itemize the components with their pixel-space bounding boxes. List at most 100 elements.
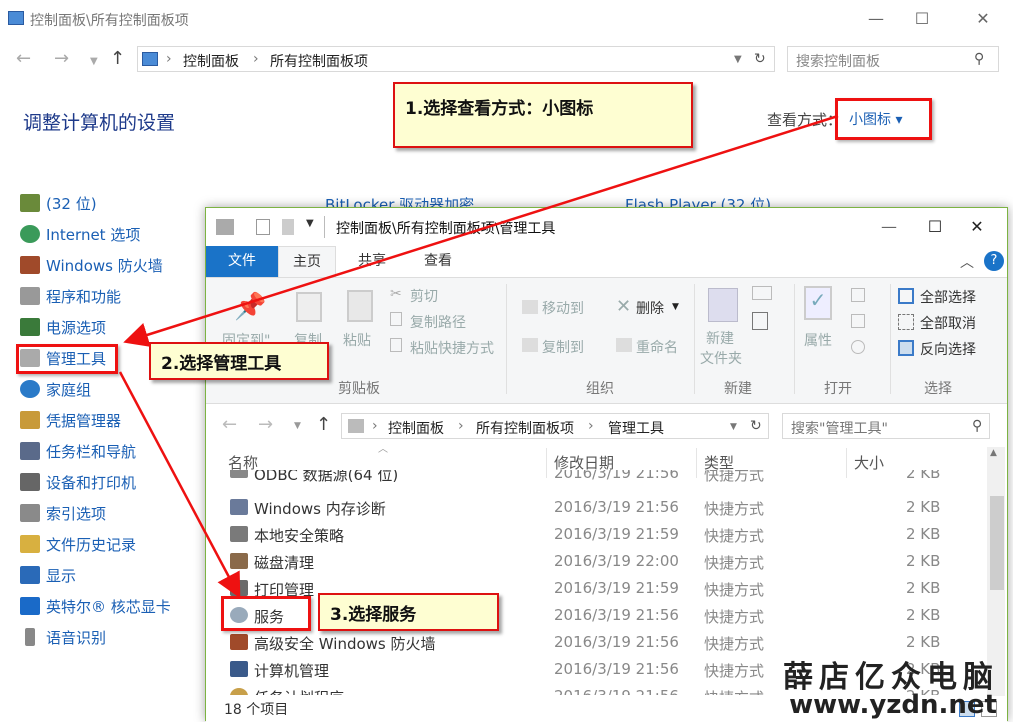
- refresh-icon[interactable]: ↻: [754, 51, 766, 67]
- new-folder-button[interactable]: 新建: [706, 328, 734, 348]
- help-icon[interactable]: ?: [984, 251, 1004, 271]
- cp-item-file-history[interactable]: 文件历史记录: [20, 532, 136, 556]
- cut-button[interactable]: 剪切: [410, 286, 438, 306]
- rename-button[interactable]: 重命名: [636, 337, 678, 357]
- paste-shortcut-button[interactable]: 粘贴快捷方式: [410, 338, 494, 358]
- highlight-view-by: [835, 98, 932, 140]
- dropdown-icon[interactable]: ▼: [294, 421, 301, 431]
- cp-item-indexing[interactable]: 索引选项: [20, 501, 106, 525]
- collapse-ribbon-icon[interactable]: ︿: [960, 252, 974, 272]
- explorer-address-bar[interactable]: › 控制面板 › 所有控制面板项 › 管理工具 ▼ ↻: [341, 413, 769, 439]
- explorer-close-button[interactable]: ✕: [954, 208, 1000, 246]
- tab-file[interactable]: 文件: [206, 246, 278, 277]
- search-icon[interactable]: ⚲: [972, 418, 982, 434]
- row-size: 2 KB: [906, 470, 941, 482]
- cp-item-taskbar[interactable]: 任务栏和导航: [20, 439, 136, 463]
- explorer-maximize-button[interactable]: ☐: [912, 208, 958, 246]
- properties-icon[interactable]: [256, 219, 270, 235]
- move-to-icon[interactable]: [522, 300, 538, 314]
- cp-item-power[interactable]: 电源选项: [20, 315, 106, 339]
- copy-path-button[interactable]: 复制路径: [410, 312, 466, 332]
- cut-icon[interactable]: ✂: [390, 286, 402, 302]
- microphone-icon: [25, 628, 35, 646]
- paste-icon[interactable]: [347, 290, 373, 322]
- cp-item-devices[interactable]: 设备和打印机: [20, 470, 136, 494]
- invert-selection-button[interactable]: 反向选择: [920, 339, 976, 359]
- select-all-button[interactable]: 全部选择: [920, 287, 976, 307]
- breadcrumb-item[interactable]: 所有控制面板项: [476, 418, 574, 438]
- cp-item-homegroup[interactable]: 家庭组: [20, 377, 91, 401]
- row-date: 2016/3/19 21:56: [554, 633, 679, 651]
- cp-item-internet-options[interactable]: Internet 选项: [20, 222, 140, 246]
- rename-icon[interactable]: [616, 338, 632, 352]
- table-row[interactable]: 磁盘清理 2016/3/19 22:00 快捷方式 2 KB: [226, 548, 966, 575]
- breadcrumb-item[interactable]: 所有控制面板项: [270, 51, 368, 71]
- scroll-up-icon[interactable]: ▲: [990, 448, 997, 458]
- copy-icon[interactable]: [296, 292, 322, 322]
- table-row[interactable]: 本地安全策略 2016/3/19 21:59 快捷方式 2 KB: [226, 521, 966, 548]
- chevron-down-icon[interactable]: ▼: [734, 54, 742, 65]
- search-icon[interactable]: ⚲: [974, 51, 984, 67]
- search-input[interactable]: 搜索控制面板: [787, 46, 999, 72]
- forward-icon[interactable]: →: [54, 48, 69, 69]
- forward-icon[interactable]: →: [258, 414, 273, 435]
- new-item-icon[interactable]: [752, 286, 772, 300]
- up-icon[interactable]: ↑: [316, 414, 331, 435]
- move-to-button[interactable]: 移动到: [542, 298, 584, 318]
- table-row[interactable]: Windows 内存诊断 2016/3/19 21:56 快捷方式 2 KB: [226, 494, 966, 521]
- back-icon[interactable]: ←: [222, 414, 237, 435]
- customize-icon[interactable]: ▼: [306, 218, 314, 229]
- tab-home[interactable]: 主页: [278, 246, 336, 277]
- edit-icon[interactable]: [851, 314, 865, 328]
- up-icon[interactable]: ↑: [110, 48, 125, 69]
- easy-access-icon[interactable]: [752, 312, 768, 330]
- back-icon[interactable]: ←: [16, 48, 31, 69]
- new-folder-icon[interactable]: [708, 288, 738, 322]
- copy-to-button[interactable]: 复制到: [542, 337, 584, 357]
- cp-item-programs[interactable]: 程序和功能: [20, 284, 121, 308]
- explorer-minimize-button[interactable]: —: [866, 208, 912, 246]
- tab-view[interactable]: 查看: [410, 246, 466, 277]
- address-bar[interactable]: › 控制面板 › 所有控制面板项 ▼ ↻: [137, 46, 775, 72]
- cp-item-intel-graphics[interactable]: 英特尔® 核芯显卡: [20, 594, 171, 618]
- select-none-icon[interactable]: [898, 314, 914, 330]
- tab-share[interactable]: 共享: [344, 246, 400, 277]
- table-row[interactable]: ODBC 数据源(64 位) 2016/3/19 21:56 快捷方式 2 KB: [226, 470, 966, 486]
- copy-path-icon[interactable]: [390, 312, 402, 326]
- dropdown-arrow-icon[interactable]: ▼: [672, 302, 679, 312]
- explorer-search-input[interactable]: 搜索"管理工具": [782, 413, 990, 439]
- paste-shortcut-icon[interactable]: [390, 338, 402, 352]
- explorer-window: ▼ 控制面板\所有控制面板项\管理工具 — ☐ ✕ 文件 主页 共享 查看 ︿ …: [205, 207, 1008, 722]
- properties-icon[interactable]: ✓: [804, 286, 832, 320]
- dropdown-icon[interactable]: ▼: [90, 56, 98, 67]
- row-type: 快捷方式: [704, 635, 765, 653]
- pin-icon[interactable]: 📌: [234, 292, 266, 322]
- breadcrumb-item[interactable]: 管理工具: [608, 418, 664, 438]
- history-icon[interactable]: [851, 340, 865, 354]
- invert-selection-icon[interactable]: [898, 340, 914, 356]
- row-date: 2016/3/19 21:56: [554, 660, 679, 678]
- new-folder-button-line2[interactable]: 文件夹: [700, 348, 742, 368]
- breadcrumb-item[interactable]: 控制面板: [183, 51, 239, 71]
- delete-icon[interactable]: ✕: [616, 296, 631, 317]
- delete-button[interactable]: 删除: [636, 298, 664, 318]
- new-folder-icon[interactable]: [282, 219, 294, 235]
- cp-item-speech[interactable]: 语音识别: [20, 625, 106, 649]
- cp-item-credentials[interactable]: 凭据管理器: [20, 408, 121, 432]
- paste-button[interactable]: 粘贴: [343, 330, 371, 350]
- scrollbar-thumb[interactable]: [990, 496, 1004, 590]
- open-icon[interactable]: [851, 288, 865, 302]
- cp-item-32bit[interactable]: (32 位): [20, 191, 97, 215]
- chevron-down-icon[interactable]: ▼: [730, 422, 737, 432]
- close-button[interactable]: ✕: [960, 0, 1006, 38]
- minimize-button[interactable]: —: [853, 0, 899, 38]
- breadcrumb-item[interactable]: 控制面板: [388, 418, 444, 438]
- cp-item-display[interactable]: 显示: [20, 563, 76, 587]
- select-all-icon[interactable]: [898, 288, 914, 304]
- cp-item-firewall[interactable]: Windows 防火墙: [20, 253, 163, 277]
- refresh-icon[interactable]: ↻: [750, 418, 762, 434]
- properties-button[interactable]: 属性: [804, 330, 832, 350]
- copy-to-icon[interactable]: [522, 338, 538, 352]
- select-none-button[interactable]: 全部取消: [920, 313, 976, 333]
- maximize-button[interactable]: ☐: [899, 0, 945, 38]
